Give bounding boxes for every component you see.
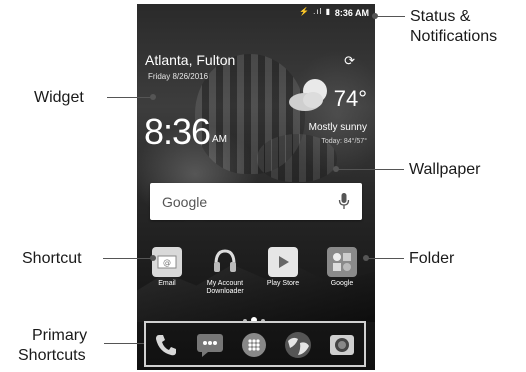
widget-clock: 8:36	[144, 111, 211, 152]
google-logo: Google	[162, 194, 208, 210]
shortcut-label: My Account Downloader	[206, 280, 244, 295]
status-bar[interactable]: ⚡ .ıl ▮ 8:36 AM	[137, 4, 375, 22]
headset-icon	[210, 247, 240, 277]
apps-icon[interactable]	[239, 330, 269, 360]
messages-icon[interactable]	[195, 330, 225, 360]
shortcut-label: Play Store	[266, 280, 300, 287]
folder-google[interactable]: Google	[317, 247, 367, 288]
mic-icon[interactable]	[338, 192, 350, 210]
widget-date: Friday 8/26/2016	[148, 72, 209, 81]
browser-icon[interactable]	[283, 330, 313, 360]
widget-condition: Mostly sunny	[308, 122, 367, 133]
shortcut-label: Email	[158, 280, 176, 287]
widget-temperature: 74°	[333, 86, 367, 111]
refresh-icon[interactable]: ⟳	[344, 53, 355, 69]
callout-status-label: Status &	[410, 8, 471, 25]
widget-city: Atlanta, Fulton	[145, 52, 236, 68]
callout-wallpaper-label: Wallpaper	[409, 161, 481, 178]
phone-icon[interactable]	[151, 330, 181, 360]
callout-primary-label-2: Shortcuts	[18, 347, 86, 364]
shortcut-play-store[interactable]: Play Store	[258, 247, 308, 288]
widget-temp-range: Today: 84°/57°	[321, 138, 367, 145]
callout-primary-label: Primary	[32, 327, 88, 344]
widget-ampm: AM	[212, 134, 227, 145]
play-store-icon	[268, 247, 298, 277]
email-icon: @	[152, 247, 182, 277]
primary-shortcuts-dock	[144, 321, 366, 367]
status-time: 8:36 AM	[334, 8, 369, 18]
callout-shortcut-label: Shortcut	[22, 250, 82, 267]
partly-sunny-icon	[289, 79, 327, 111]
folder-icon	[327, 247, 357, 277]
shortcut-label: Google	[330, 280, 354, 287]
home-screen: ⚡ .ıl ▮ 8:36 AM Atlanta, Fulton ⟳ Friday…	[137, 4, 375, 370]
callout-widget-label: Widget	[34, 89, 84, 106]
callout-folder-label: Folder	[409, 250, 455, 267]
shortcut-email[interactable]: @ Email	[142, 247, 192, 288]
callout-status-label-2: Notifications	[410, 28, 498, 45]
google-search-bar[interactable]: Google	[150, 183, 362, 220]
svg-text:@: @	[163, 258, 171, 267]
status-icons: ⚡ .ıl ▮	[298, 7, 331, 16]
shortcut-my-account-downloader[interactable]: My Account Downloader	[200, 247, 250, 296]
camera-icon[interactable]	[327, 330, 357, 360]
